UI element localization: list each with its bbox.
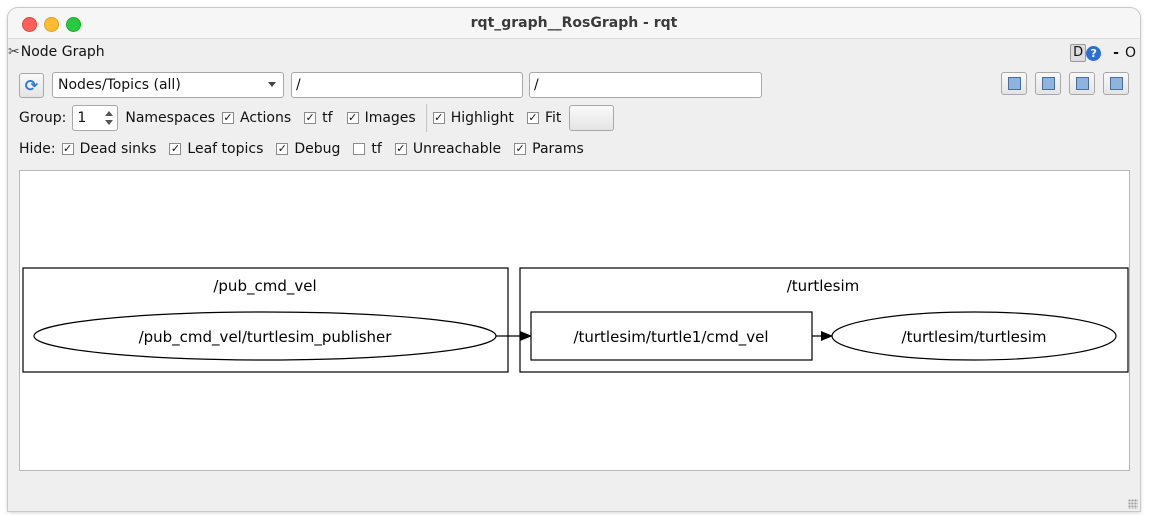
load-dot-button[interactable] bbox=[1001, 72, 1027, 95]
dock-minimize-button[interactable]: - bbox=[1113, 45, 1119, 61]
highlight-checkbox[interactable]: ✓ Highlight bbox=[432, 110, 514, 126]
window-title: rqt_graph__RosGraph - rqt bbox=[470, 15, 678, 31]
debug-checkbox[interactable]: ✓ Debug bbox=[276, 141, 340, 157]
cluster-label: /pub_cmd_vel bbox=[213, 277, 316, 296]
checkbox-box: ✓ bbox=[276, 142, 289, 155]
right-toolbar bbox=[1001, 72, 1129, 95]
checkbox-box: ✓ bbox=[304, 111, 317, 124]
namespaces-label: Namespaces bbox=[125, 110, 216, 126]
actions-checkbox[interactable]: ✓ Actions bbox=[222, 110, 291, 126]
resize-grip[interactable] bbox=[1128, 499, 1138, 509]
refresh-icon: ⟳ bbox=[24, 75, 39, 95]
rqt-window: rqt_graph__RosGraph - rqt ✂ Node Graph D… bbox=[8, 8, 1140, 511]
checkbox-label: Debug bbox=[294, 141, 341, 157]
dead-sinks-checkbox[interactable]: ✓ Dead sinks bbox=[61, 141, 157, 157]
checkbox-label: Fit bbox=[544, 110, 562, 126]
checkbox-box: ✓ bbox=[346, 111, 359, 124]
cluster-label: /turtlesim bbox=[787, 277, 859, 295]
node-label: /pub_cmd_vel/turtlesim_publisher bbox=[139, 328, 393, 347]
title-bar: rqt_graph__RosGraph - rqt bbox=[8, 8, 1140, 39]
image-icon bbox=[1109, 77, 1123, 90]
save-dot-icon bbox=[1041, 77, 1055, 90]
toolbar-row: ⟳ Nodes/Topics (all) bbox=[19, 72, 762, 98]
checkbox-box: ✓ bbox=[514, 142, 527, 155]
checkbox-label: Dead sinks bbox=[79, 141, 157, 157]
dock-title: ✂ Node Graph bbox=[8, 44, 105, 60]
group-spinbox[interactable]: 1 bbox=[72, 105, 119, 131]
hide-row: Hide: ✓ Dead sinks ✓ Leaf topics ✓ Debug tf… bbox=[19, 141, 584, 157]
leaf-topics-checkbox[interactable]: ✓ Leaf topics bbox=[169, 141, 263, 157]
fit-in-view-button[interactable] bbox=[569, 105, 615, 131]
checkbox-box: ✓ bbox=[432, 111, 445, 124]
checkbox-label: tf bbox=[322, 110, 333, 126]
fit-checkbox[interactable]: ✓ Fit bbox=[526, 110, 562, 126]
checkbox-label: Unreachable bbox=[412, 141, 502, 157]
exclude-filter-input[interactable] bbox=[529, 72, 762, 98]
mode-select-value: Nodes/Topics (all) bbox=[58, 77, 181, 93]
graph-svg: /pub_cmd_vel /turtlesim /pub_cmd_vel/tur… bbox=[22, 267, 1129, 373]
checkbox-label: Leaf topics bbox=[187, 141, 264, 157]
help-icon[interactable]: ? bbox=[1086, 45, 1102, 61]
dock-title-label: Node Graph bbox=[20, 44, 105, 60]
spin-down-icon[interactable] bbox=[105, 120, 114, 125]
chevron-down-icon bbox=[268, 82, 276, 87]
checkbox-box: ✓ bbox=[61, 142, 74, 155]
d-button[interactable]: D bbox=[1070, 44, 1087, 62]
tf-hide-checkbox[interactable]: tf bbox=[353, 141, 382, 157]
tools-icon: ✂ bbox=[8, 44, 20, 60]
images-checkbox[interactable]: ✓ Images bbox=[346, 110, 416, 126]
include-filter-input[interactable] bbox=[291, 72, 523, 98]
unreachable-checkbox[interactable]: ✓ Unreachable bbox=[394, 141, 502, 157]
save-svg-button[interactable] bbox=[1069, 72, 1095, 95]
checkbox-label: tf bbox=[371, 141, 382, 157]
checkbox-label: Actions bbox=[240, 110, 292, 126]
checkbox-label: Params bbox=[532, 141, 584, 157]
checkbox-label: Highlight bbox=[450, 110, 514, 126]
hide-label: Hide: bbox=[19, 141, 56, 157]
save-dot-button[interactable] bbox=[1035, 72, 1061, 95]
mode-select[interactable]: Nodes/Topics (all) bbox=[52, 72, 284, 98]
save-svg-icon bbox=[1075, 77, 1089, 90]
checkbox-label: Images bbox=[364, 110, 416, 126]
refresh-button[interactable]: ⟳ bbox=[19, 72, 44, 98]
open-file-icon bbox=[1007, 77, 1021, 90]
graph-canvas[interactable]: /pub_cmd_vel /turtlesim /pub_cmd_vel/tur… bbox=[19, 170, 1130, 471]
checkbox-box: ✓ bbox=[169, 142, 182, 155]
dock-close-button[interactable]: O bbox=[1125, 45, 1136, 61]
checkbox-box bbox=[353, 143, 366, 155]
node-label: /turtlesim/turtlesim bbox=[902, 328, 1047, 346]
spin-up-icon[interactable] bbox=[105, 111, 114, 116]
group-spinbox-value: 1 bbox=[77, 110, 87, 126]
save-image-button[interactable] bbox=[1103, 72, 1129, 95]
checkbox-box: ✓ bbox=[222, 111, 235, 124]
toolbar-separator bbox=[425, 104, 427, 132]
tf-group-checkbox[interactable]: ✓ tf bbox=[304, 110, 333, 126]
group-row: Group: 1 Namespaces ✓ Actions ✓ tf ✓ Images… bbox=[19, 104, 615, 132]
topic-label: /turtlesim/turtle1/cmd_vel bbox=[573, 328, 768, 347]
params-checkbox[interactable]: ✓ Params bbox=[514, 141, 584, 157]
checkbox-box: ✓ bbox=[526, 111, 539, 124]
dock-controls: D ? - O bbox=[1070, 44, 1136, 62]
checkbox-box: ✓ bbox=[394, 142, 407, 155]
group-label: Group: bbox=[19, 110, 67, 126]
